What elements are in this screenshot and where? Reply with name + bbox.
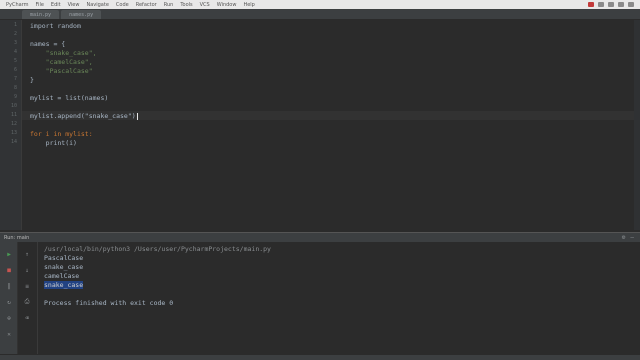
console-line: /usr/local/bin/python3 /Users/user/Pycha…: [44, 245, 271, 253]
tray-search-icon[interactable]: [628, 2, 634, 7]
line-number: 4: [13, 49, 17, 55]
line-number-gutter: 1 2 3 4 5 6 7 8 9 10 11 12 13 14: [0, 20, 22, 230]
menu-item-tools[interactable]: Tools: [180, 2, 192, 8]
pause-icon[interactable]: ‖: [5, 282, 13, 290]
status-tray: [588, 2, 634, 7]
code-line[interactable]: import random: [30, 22, 81, 30]
code-line[interactable]: "PascalCase": [30, 67, 93, 75]
code-line[interactable]: mylist = list(names): [30, 94, 108, 102]
pin-icon[interactable]: ⊕: [5, 314, 13, 322]
code-line[interactable]: for i in mylist:: [30, 130, 93, 138]
tray-wifi-icon[interactable]: [598, 2, 604, 7]
tray-battery-icon[interactable]: [608, 2, 614, 7]
menu-item-vcs[interactable]: VCS: [200, 2, 210, 8]
run-panel-title: Run: main: [4, 234, 30, 241]
text-caret: [136, 112, 138, 120]
line-number: 10: [10, 103, 17, 109]
selected-output: snake_case: [44, 281, 84, 289]
code-line[interactable]: }: [30, 76, 34, 84]
line-number: 2: [13, 31, 17, 37]
console-line: snake_case: [44, 263, 84, 271]
console-line: snake_case: [44, 281, 84, 289]
menu-item-file[interactable]: File: [36, 2, 44, 8]
menu-item-run[interactable]: Run: [164, 2, 174, 8]
run-panel-tools: ⚙ –: [622, 234, 640, 241]
trash-icon[interactable]: ⌫: [23, 314, 31, 322]
code-line[interactable]: "snake_case",: [30, 49, 97, 57]
run-toolbar: ▶ ■ ‖ ↻ ⊕ ✕: [0, 242, 18, 354]
line-number: 8: [13, 85, 17, 91]
tray-record-icon[interactable]: [588, 2, 594, 7]
run-toolbar-secondary: ↑ ↓ ≡ ⎙ ⌫: [18, 242, 38, 354]
restore-layout-icon[interactable]: ↻: [5, 298, 13, 306]
stop-icon[interactable]: ■: [5, 266, 13, 274]
close-icon[interactable]: ✕: [5, 330, 13, 338]
status-bar: [0, 354, 640, 360]
run-panel-header: Run: main ⚙ –: [0, 232, 640, 242]
tab-main[interactable]: main.py: [22, 10, 60, 19]
line-number: 11: [10, 112, 17, 118]
line-number: 9: [13, 94, 17, 100]
menu-item-refactor[interactable]: Refactor: [136, 2, 157, 8]
menu-item-view[interactable]: View: [68, 2, 80, 8]
line-number: 13: [10, 130, 17, 136]
line-number: 14: [10, 139, 17, 145]
menu-item-help[interactable]: Help: [243, 2, 254, 8]
run-console[interactable]: /usr/local/bin/python3 /Users/user/Pycha…: [38, 242, 640, 354]
minimize-icon[interactable]: –: [630, 234, 634, 241]
code-line[interactable]: mylist.append("snake_case"): [30, 112, 138, 120]
menu-item-edit[interactable]: Edit: [51, 2, 61, 8]
console-exit-message: Process finished with exit code 0: [44, 299, 174, 307]
line-number: 1: [13, 22, 17, 28]
console-line: camelCase: [44, 272, 80, 280]
editor-scrollbar[interactable]: [634, 20, 640, 230]
menu-item-app[interactable]: PyCharm: [6, 2, 29, 8]
code-line-text: mylist.append("snake_case"): [30, 112, 136, 120]
code-line[interactable]: print(i): [30, 139, 77, 147]
menu-item-code[interactable]: Code: [116, 2, 129, 8]
line-number: 12: [10, 121, 17, 127]
line-number: 7: [13, 76, 17, 82]
line-number: 3: [13, 40, 17, 46]
rerun-icon[interactable]: ▶: [5, 250, 13, 258]
menu-bar: PyCharm File Edit View Navigate Code Ref…: [0, 0, 640, 9]
tray-clock-icon[interactable]: [618, 2, 624, 7]
tab-names[interactable]: names.py: [61, 10, 102, 19]
scroll-down-icon[interactable]: ↓: [23, 266, 31, 274]
settings-icon[interactable]: ⚙: [622, 234, 626, 241]
scroll-up-icon[interactable]: ↑: [23, 250, 31, 258]
soft-wrap-icon[interactable]: ≡: [23, 282, 31, 290]
menu-item-navigate[interactable]: Navigate: [86, 2, 108, 8]
code-editor[interactable]: import random names = { "snake_case", "c…: [22, 20, 640, 230]
menu-item-window[interactable]: Window: [217, 2, 237, 8]
editor-tab-bar: main.py names.py: [0, 9, 640, 20]
line-number: 5: [13, 58, 17, 64]
line-number: 6: [13, 67, 17, 73]
print-icon[interactable]: ⎙: [23, 298, 31, 306]
console-line: PascalCase: [44, 254, 84, 262]
code-line[interactable]: "camelCase",: [30, 58, 93, 66]
code-line[interactable]: names = {: [30, 40, 65, 48]
